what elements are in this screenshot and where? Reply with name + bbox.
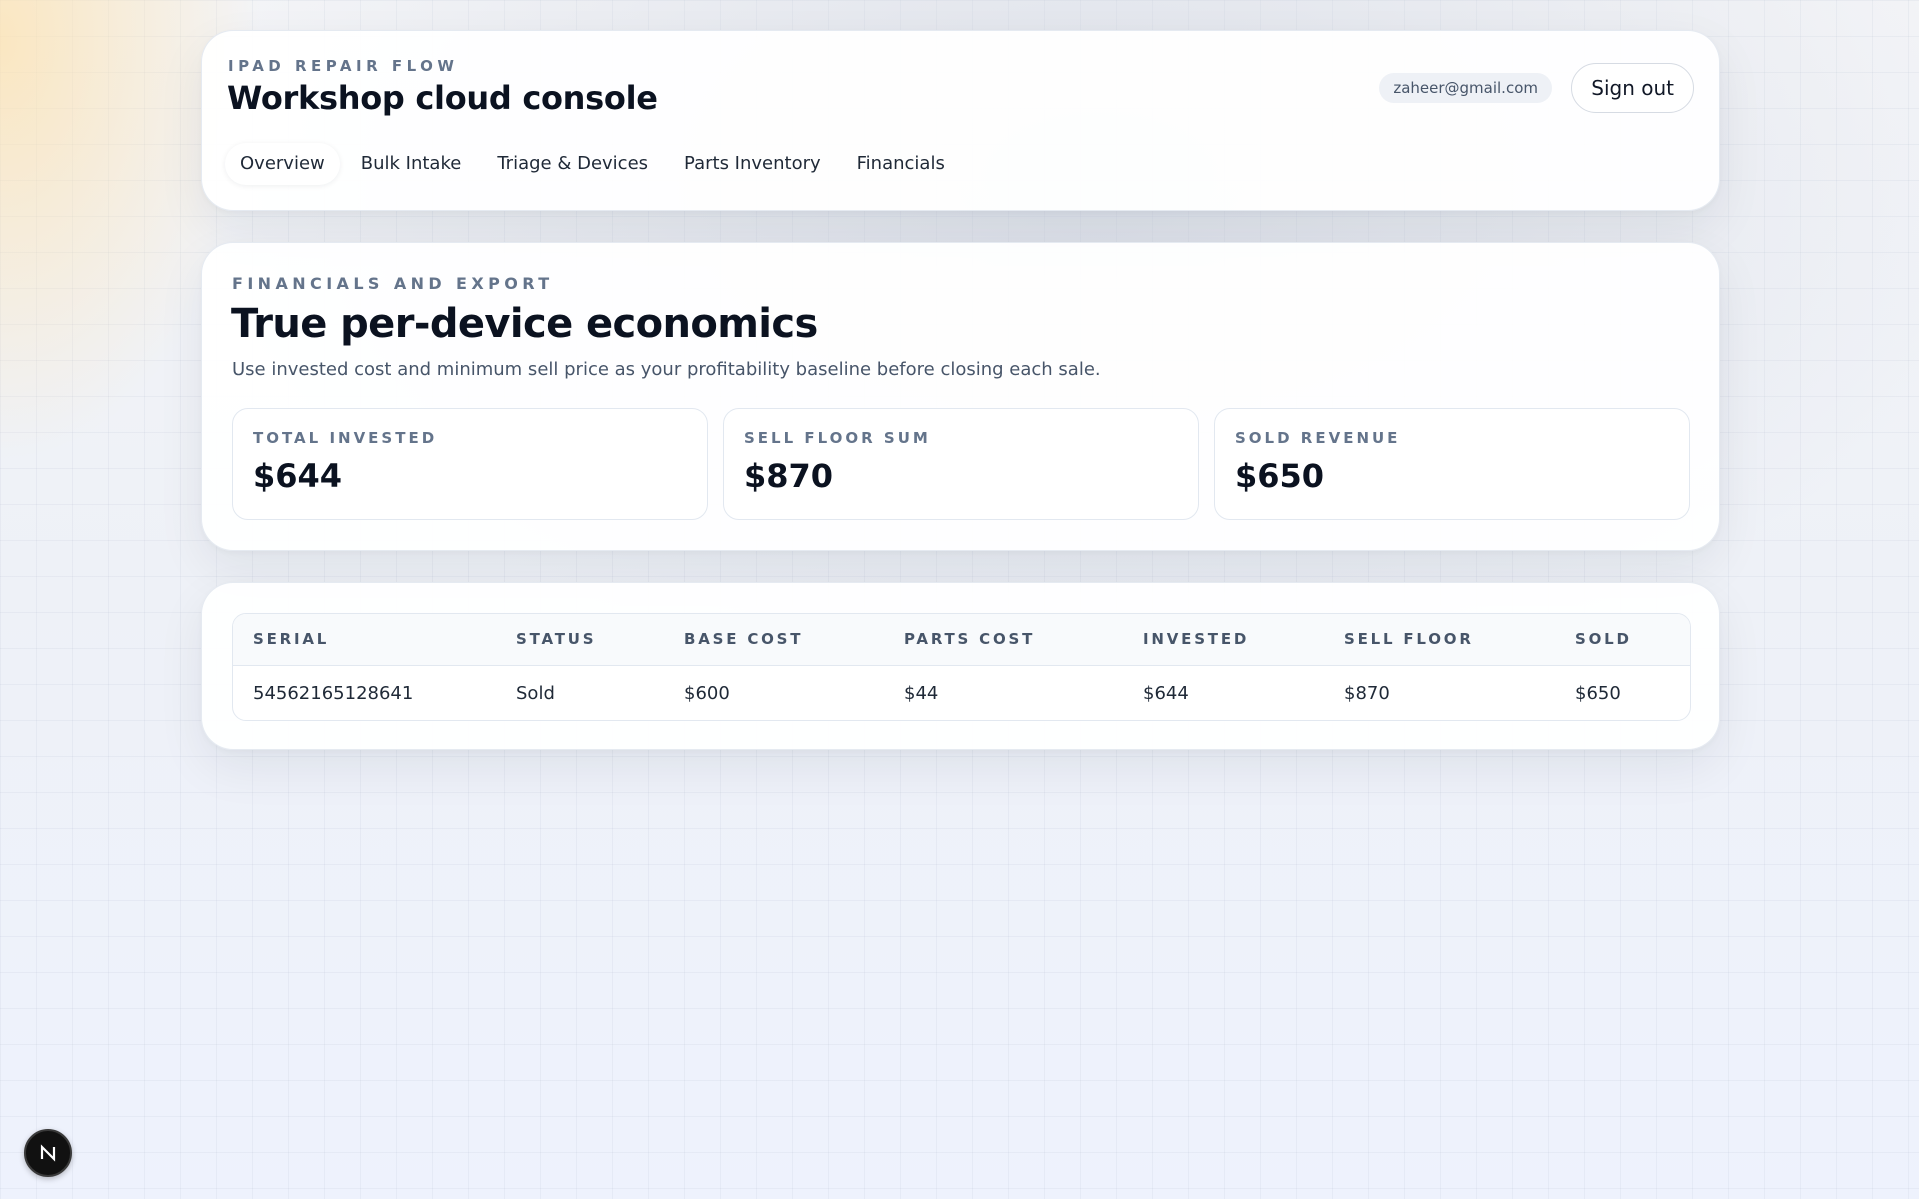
devices-table: SERIAL STATUS BASE COST PARTS COST INVES… <box>233 614 1690 720</box>
stat-label: SELL FLOOR SUM <box>744 429 931 447</box>
column-header-parts-cost: PARTS COST <box>904 630 1036 649</box>
tab-financials[interactable]: Financials <box>842 143 960 185</box>
column-header-sold: SOLD <box>1575 630 1632 649</box>
tab-parts-inventory[interactable]: Parts Inventory <box>669 143 836 185</box>
page-description: Use invested cost and minimum sell price… <box>232 359 1101 380</box>
header-card: IPAD REPAIR FLOW Workshop cloud console … <box>201 30 1720 211</box>
stat-sold-revenue: SOLD REVENUE $650 <box>1214 408 1690 520</box>
table-header-row: SERIAL STATUS BASE COST PARTS COST INVES… <box>233 614 1690 665</box>
stat-sell-floor-sum: SELL FLOOR SUM $870 <box>723 408 1199 520</box>
cell-status: Sold <box>516 682 555 704</box>
stat-total-invested: TOTAL INVESTED $644 <box>232 408 708 520</box>
app-eyebrow: IPAD REPAIR FLOW <box>228 57 459 75</box>
table-row: 54562165128641 Sold $600 $44 $644 $870 $… <box>233 665 1690 720</box>
column-header-base-cost: BASE COST <box>684 630 804 649</box>
cell-serial: 54562165128641 <box>253 682 414 704</box>
cell-base-cost: $600 <box>684 682 730 704</box>
main-nav: Overview Bulk Intake Triage & Devices Pa… <box>225 143 960 185</box>
devices-table-wrapper: SERIAL STATUS BASE COST PARTS COST INVES… <box>232 613 1691 721</box>
cell-invested: $644 <box>1143 682 1189 704</box>
cell-sold: $650 <box>1575 682 1621 704</box>
stat-value: $650 <box>1235 457 1325 495</box>
stat-label: SOLD REVENUE <box>1235 429 1401 447</box>
devices-table-card: SERIAL STATUS BASE COST PARTS COST INVES… <box>201 582 1720 750</box>
cell-parts-cost: $44 <box>904 682 939 704</box>
financials-card: FINANCIALS AND EXPORT True per-device ec… <box>201 242 1720 551</box>
cell-sell-floor: $870 <box>1344 682 1390 704</box>
column-header-status: STATUS <box>516 630 597 649</box>
user-email-badge: zaheer@gmail.com <box>1379 73 1552 103</box>
stat-label: TOTAL INVESTED <box>253 429 438 447</box>
stats-row: TOTAL INVESTED $644 SELL FLOOR SUM $870 … <box>232 408 1690 520</box>
section-eyebrow: FINANCIALS AND EXPORT <box>232 274 554 293</box>
n-logo-icon <box>40 1144 56 1162</box>
stat-value: $870 <box>744 457 834 495</box>
sign-out-button[interactable]: Sign out <box>1571 63 1694 113</box>
app-title: Workshop cloud console <box>227 79 658 117</box>
column-header-serial: SERIAL <box>253 630 330 649</box>
stat-value: $644 <box>253 457 343 495</box>
column-header-invested: INVESTED <box>1143 630 1250 649</box>
tab-triage-devices[interactable]: Triage & Devices <box>482 143 663 185</box>
column-header-sell-floor: SELL FLOOR <box>1344 630 1474 649</box>
tab-overview[interactable]: Overview <box>225 143 340 185</box>
dev-tools-badge[interactable] <box>24 1129 72 1177</box>
page-title: True per-device economics <box>231 301 818 347</box>
tab-bulk-intake[interactable]: Bulk Intake <box>346 143 477 185</box>
